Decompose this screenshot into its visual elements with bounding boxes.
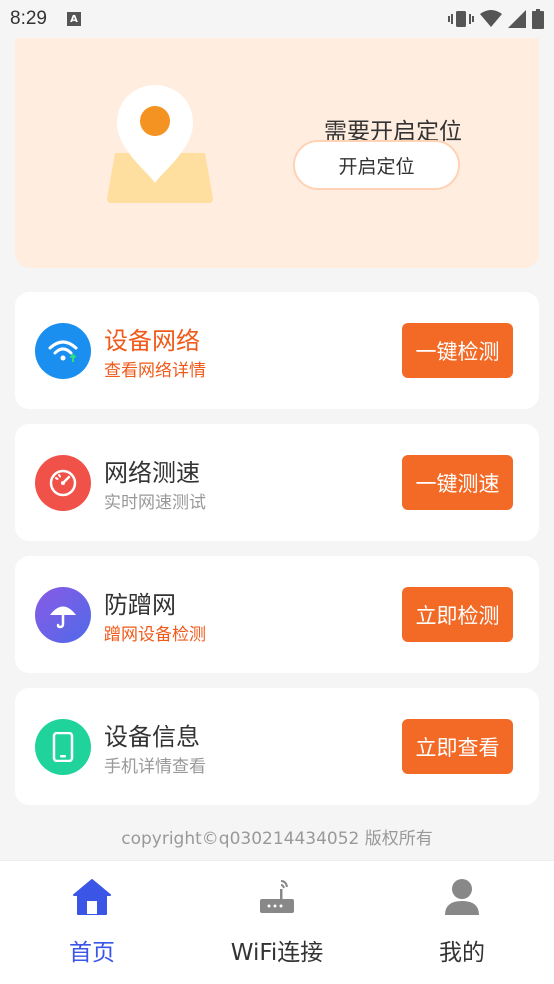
wifi-icon <box>35 323 91 379</box>
nav-label-home: 首页 <box>69 940 115 966</box>
home-icon <box>73 879 111 915</box>
card-subtitle: 实时网速测试 <box>104 493 206 513</box>
location-pin-icon <box>107 85 213 203</box>
card-subtitle: 手机详情查看 <box>104 757 206 777</box>
bottom-nav: 首页 WiFi连接 我的 <box>0 860 554 984</box>
detect-now-button[interactable]: 立即检测 <box>402 587 513 642</box>
card-device-network[interactable]: 设备网络 查看网络详情 一键检测 <box>15 292 539 409</box>
umbrella-icon <box>35 587 91 643</box>
card-title: 网络测速 <box>104 459 200 487</box>
card-title: 设备网络 <box>104 327 200 355</box>
card-subtitle: 蹭网设备检测 <box>104 625 206 645</box>
status-bar: 8:29 A <box>0 0 554 38</box>
one-click-speed-test-button[interactable]: 一键测速 <box>402 455 513 510</box>
nav-label-profile: 我的 <box>439 940 485 966</box>
nav-item-home[interactable]: 首页 <box>0 861 184 984</box>
one-click-detect-button[interactable]: 一键检测 <box>402 323 513 378</box>
vibrate-icon <box>448 11 474 27</box>
wifi-signal-icon <box>480 10 502 27</box>
nav-item-wifi-connect[interactable]: WiFi连接 <box>185 861 369 984</box>
card-anti-leech[interactable]: 防蹭网 蹭网设备检测 立即检测 <box>15 556 539 673</box>
speedometer-icon <box>35 455 91 511</box>
nav-item-profile[interactable]: 我的 <box>370 861 554 984</box>
card-speed-test[interactable]: 网络测速 实时网速测试 一键测速 <box>15 424 539 541</box>
enable-location-button[interactable]: 开启定位 <box>293 140 460 190</box>
location-banner: 需要开启定位 开启定位 <box>15 18 539 268</box>
view-now-button[interactable]: 立即查看 <box>402 719 513 774</box>
profile-icon <box>445 879 479 915</box>
cell-signal-icon <box>508 10 526 28</box>
card-device-info[interactable]: 设备信息 手机详情查看 立即查看 <box>15 688 539 805</box>
card-title: 防蹭网 <box>104 591 176 619</box>
battery-icon <box>532 9 544 29</box>
notification-icon: A <box>66 12 81 26</box>
router-icon <box>260 880 294 913</box>
card-title: 设备信息 <box>104 723 200 751</box>
nav-label-wifi-connect: WiFi连接 <box>230 940 324 966</box>
card-subtitle: 查看网络详情 <box>104 361 206 381</box>
copyright-text: copyright©q030214434052 版权所有 <box>121 829 433 849</box>
phone-icon <box>35 719 91 775</box>
status-time: 8:29 <box>10 8 47 29</box>
